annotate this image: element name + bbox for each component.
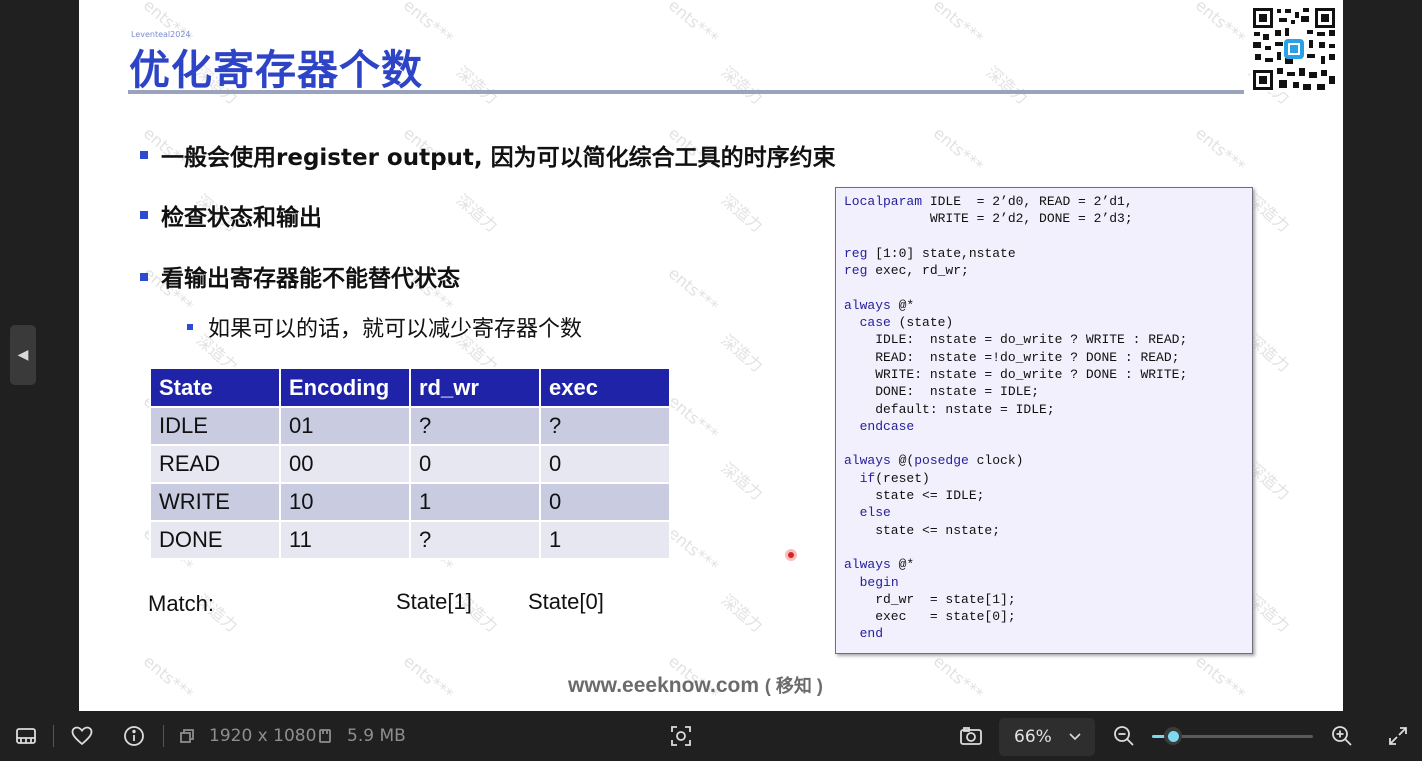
- match-exec: State[0]: [528, 589, 604, 614]
- table-cell: 1: [539, 520, 671, 560]
- verilog-code: Localparam IDLE = 2’d0, READ = 2’d1, WRI…: [844, 194, 1188, 642]
- watermark-text: ents***: [1191, 651, 1249, 704]
- match-label: Match:: [148, 591, 215, 616]
- bullet-3: 看输出寄存器能不能替代状态: [161, 266, 460, 292]
- qr-code-icon: [1251, 6, 1337, 92]
- zoom-in-icon: [1332, 726, 1352, 746]
- file-size-icon: [316, 723, 334, 749]
- watermark-text: 深造力: [452, 62, 502, 108]
- table-header: exec: [539, 367, 671, 408]
- watermark-text: 深造力: [717, 330, 767, 376]
- sub-bullet-marker: [187, 324, 193, 330]
- watermark-text: ents***: [929, 123, 987, 176]
- ocr-scan-button[interactable]: [667, 723, 695, 749]
- camera-icon: [960, 727, 982, 745]
- table-cell: WRITE: [149, 482, 281, 522]
- table-row: DONE 11 ? 1: [149, 520, 671, 560]
- footer-url-text: www.eeeknow.com: [568, 674, 759, 697]
- watermark-text: ents***: [1191, 123, 1249, 176]
- bullet-2: 检查状态和输出: [161, 205, 322, 231]
- favorite-button[interactable]: [68, 723, 96, 749]
- table-cell: 10: [279, 482, 411, 522]
- image-viewer: ◀ ents*** 深造力 ents*** 深造力 ents*** 深造力 ents*** 深…: [0, 0, 1422, 711]
- watermark-text: ents***: [929, 0, 987, 48]
- heart-icon: [71, 726, 93, 746]
- chevron-down-icon: [1069, 733, 1081, 741]
- table-cell: ?: [409, 520, 541, 560]
- info-icon: [124, 726, 144, 746]
- laser-pointer-icon: [785, 549, 797, 561]
- table-header-row: State Encoding rd_wr exec: [149, 367, 671, 408]
- table-cell: 01: [279, 406, 411, 446]
- table-row: IDLE 01 ? ?: [149, 406, 671, 446]
- watermark-text: 深造力: [717, 458, 767, 504]
- state-table: State Encoding rd_wr exec IDLE 01 ? ? RE…: [149, 367, 671, 560]
- zoom-value: 66%: [1014, 727, 1052, 747]
- previous-image-button[interactable]: ◀: [10, 325, 36, 385]
- table-cell: 11: [279, 520, 411, 560]
- watermark-text: ents***: [139, 651, 197, 704]
- watermark-text: ents***: [664, 0, 722, 48]
- table-cell: ?: [539, 406, 671, 446]
- table-cell: 0: [539, 444, 671, 484]
- info-button[interactable]: [120, 723, 148, 749]
- verilog-code-box: Localparam IDLE = 2’d0, READ = 2’d1, WRI…: [835, 187, 1253, 654]
- watermark-text: 深造力: [717, 590, 767, 636]
- table-row: WRITE 10 1 0: [149, 482, 671, 522]
- file-size: 5.9 MB: [347, 726, 406, 746]
- scan-icon: [671, 726, 691, 746]
- fullscreen-button[interactable]: [1384, 723, 1412, 749]
- watermark-text: 深造力: [717, 62, 767, 108]
- table-row: READ 00 0 0: [149, 444, 671, 484]
- watermark-text: ents***: [1191, 0, 1249, 48]
- table-cell: 0: [539, 482, 671, 522]
- zoom-out-button[interactable]: [1110, 723, 1138, 749]
- filmstrip-button[interactable]: [12, 723, 40, 749]
- bullet-marker: [140, 151, 148, 159]
- sub-bullet: 如果可以的话，就可以减少寄存器个数: [208, 317, 583, 342]
- footer-url-suffix: ( 移知 ): [764, 676, 823, 696]
- expand-icon: [1389, 727, 1407, 745]
- dimensions-icon: [177, 723, 197, 749]
- table-cell: ?: [409, 406, 541, 446]
- watermark-text: ents***: [664, 263, 722, 316]
- table-cell: IDLE: [149, 406, 281, 446]
- chevron-left-icon: ◀: [17, 347, 29, 363]
- title-divider: [128, 90, 1244, 94]
- match-rd-wr: State[1]: [396, 589, 472, 614]
- footer-url: www.eeeknow.com ( 移知 ): [568, 672, 823, 698]
- table-cell: DONE: [149, 520, 281, 560]
- slide-image: ents*** 深造力 ents*** 深造力 ents*** 深造力 ents*** 深造力…: [79, 0, 1343, 711]
- watermark-text: 深造力: [452, 190, 502, 236]
- watermark-text: 深造力: [717, 190, 767, 236]
- zoom-select[interactable]: 66%: [999, 718, 1095, 756]
- zoom-slider-handle[interactable]: [1164, 727, 1182, 745]
- table-header: Encoding: [279, 367, 411, 408]
- watermark-text: ents***: [399, 651, 457, 704]
- table-cell: READ: [149, 444, 281, 484]
- table-cell: 0: [409, 444, 541, 484]
- zoom-in-button[interactable]: [1328, 723, 1356, 749]
- bullet-marker: [140, 211, 148, 219]
- table-cell: 00: [279, 444, 411, 484]
- table-cell: 1: [409, 482, 541, 522]
- image-dimensions: 1920 x 1080: [209, 726, 317, 746]
- watermark-text: ents***: [664, 391, 722, 444]
- toolbar-divider: [163, 725, 164, 747]
- watermark-text: ents***: [929, 651, 987, 704]
- zoom-out-icon: [1114, 726, 1134, 746]
- screenshot-button[interactable]: [957, 723, 985, 749]
- toolbar-divider: [53, 725, 54, 747]
- watermark-text: ents***: [664, 523, 722, 576]
- table-header: State: [149, 367, 281, 408]
- filmstrip-icon: [16, 728, 36, 744]
- table-header: rd_wr: [409, 367, 541, 408]
- slide-title: 优化寄存器个数: [129, 46, 423, 94]
- bullet-marker: [140, 273, 148, 281]
- watermark-text: 深造力: [982, 62, 1032, 108]
- bullet-1: 一般会使用register output, 因为可以简化综合工具的时序约束: [161, 145, 836, 171]
